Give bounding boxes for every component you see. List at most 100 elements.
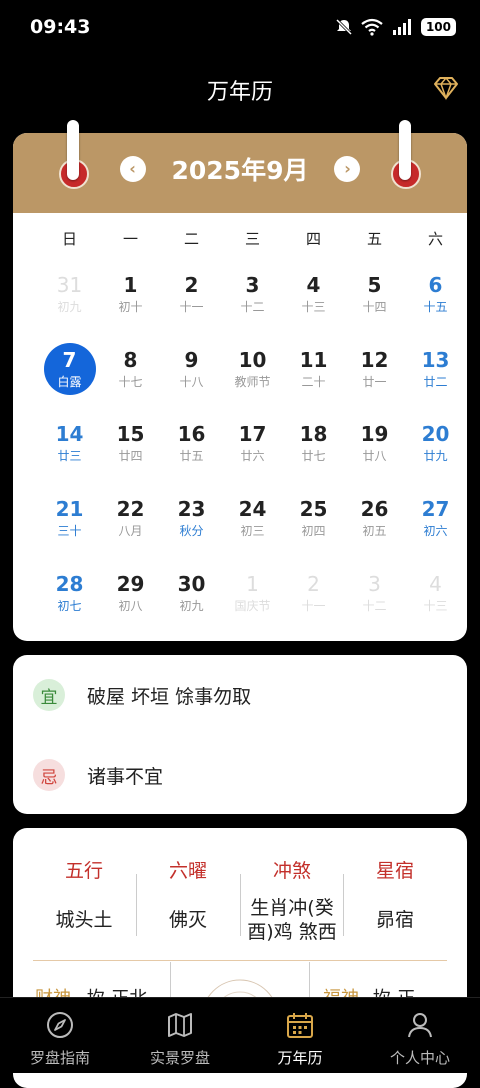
day-cell[interactable]: 11 二十	[283, 332, 344, 407]
day-number: 13	[421, 347, 450, 372]
day-cell[interactable]: 28 初七	[39, 555, 100, 630]
weekday-header: 日 一 二 三 四 五 六	[39, 228, 467, 249]
tab-live-compass[interactable]: 实景罗盘	[120, 998, 240, 1073]
lunar-label: 十三	[423, 598, 448, 613]
lunar-label: 廿八	[362, 449, 387, 464]
day-cell[interactable]: 24 初三	[222, 481, 283, 556]
day-cell[interactable]: 3 十二	[344, 555, 405, 630]
day-cell[interactable]: 29 初八	[100, 555, 161, 630]
day-cell[interactable]: 10 教师节	[222, 332, 283, 407]
ji-row: 忌 诸事不宜	[33, 759, 163, 791]
day-cell[interactable]: 1 初十	[100, 257, 161, 332]
lunar-label: 十八	[179, 374, 204, 389]
divider	[136, 874, 137, 936]
weekday-label: 五	[366, 230, 382, 248]
yi-ji-card[interactable]: 宜 破屋 坏垣 馀事勿取 忌 诸事不宜	[13, 655, 467, 814]
status-bar: 09:43 100	[0, 0, 480, 56]
info-value-chongsha: 生肖冲(癸酉)鸡 煞西	[247, 897, 337, 943]
signal-icon	[392, 19, 411, 35]
info-header-chongsha: 冲煞	[272, 860, 311, 882]
status-time: 09:43	[30, 16, 91, 38]
calendar-icon	[287, 1013, 313, 1038]
day-cell[interactable]: 25 初四	[283, 481, 344, 556]
info-value-wuxing: 城头土	[55, 909, 113, 931]
day-cell-selected[interactable]: 7 白露	[39, 332, 100, 407]
lunar-label: 十一	[179, 300, 204, 315]
day-cell[interactable]: 26 初五	[344, 481, 405, 556]
battery-indicator: 100	[420, 18, 456, 36]
lunar-label: 十一	[301, 598, 326, 613]
info-value-xingxiu: 昴宿	[375, 909, 414, 931]
map-icon	[168, 1013, 192, 1037]
day-number: 23	[177, 497, 206, 522]
day-cell[interactable]: 14 廿三	[39, 406, 100, 481]
lunar-label: 国庆节	[234, 598, 271, 613]
binder-bar-right	[399, 120, 411, 180]
day-cell[interactable]: 8 十七	[100, 332, 161, 407]
day-number: 31	[56, 273, 83, 298]
day-number: 30	[177, 571, 206, 596]
day-number: 17	[238, 422, 267, 447]
lunar-label: 秋分	[179, 524, 204, 539]
day-cell[interactable]: 20 廿九	[405, 406, 466, 481]
mute-icon	[335, 18, 352, 36]
day-number: 28	[55, 571, 84, 596]
day-number: 1	[246, 571, 259, 596]
day-cell[interactable]: 30 初九	[161, 555, 222, 630]
binder-bar-left	[67, 120, 79, 180]
ji-text: 诸事不宜	[87, 765, 164, 788]
tab-label: 罗盘指南	[29, 1049, 90, 1067]
day-cell[interactable]: 9 十八	[161, 332, 222, 407]
weekday-label: 四	[305, 230, 321, 248]
day-cell[interactable]: 15 廿四	[100, 406, 161, 481]
day-cell[interactable]: 2 十一	[161, 257, 222, 332]
day-number: 2	[184, 273, 199, 298]
day-cell[interactable]: 13 廿二	[405, 332, 466, 407]
wifi-icon	[361, 18, 383, 36]
weekday-label: 日	[61, 230, 77, 248]
day-cell[interactable]: 2 十一	[283, 555, 344, 630]
day-cell[interactable]: 16 廿五	[161, 406, 222, 481]
lunar-label: 十四	[362, 300, 387, 315]
day-cell[interactable]: 21 三十	[39, 481, 100, 556]
info-header-xingxiu: 星宿	[375, 860, 414, 882]
tab-profile[interactable]: 个人中心	[360, 998, 480, 1073]
day-number: 26	[360, 497, 389, 522]
day-cell[interactable]: 22 八月	[100, 481, 161, 556]
day-number: 22	[116, 497, 145, 522]
day-cell[interactable]: 12 廿一	[344, 332, 405, 407]
day-cell[interactable]: 3 十二	[222, 257, 283, 332]
lunar-label: 初七	[57, 598, 82, 613]
tab-calendar[interactable]: 万年历	[240, 998, 360, 1073]
lunar-label: 十七	[118, 374, 143, 389]
yi-text: 破屋 坏垣 馀事勿取	[87, 685, 252, 708]
day-cell[interactable]: 1 国庆节	[222, 555, 283, 630]
status-icons: 100	[335, 18, 456, 36]
prev-month-button[interactable]: ‹	[119, 156, 146, 182]
day-cell[interactable]: 6 十五	[405, 257, 466, 332]
day-cell[interactable]: 17 廿六	[222, 406, 283, 481]
next-month-button[interactable]: ›	[334, 156, 361, 182]
day-cell[interactable]: 31 初九	[39, 257, 100, 332]
diamond-vip-icon[interactable]	[432, 74, 460, 102]
lunar-label: 初九	[57, 300, 82, 315]
day-number: 6	[428, 273, 443, 298]
day-cell[interactable]: 4 十三	[283, 257, 344, 332]
lunar-label: 初三	[240, 524, 265, 539]
day-cell[interactable]: 19 廿八	[344, 406, 405, 481]
day-cell[interactable]: 27 初六	[405, 481, 466, 556]
bottom-tab-bar: 罗盘指南 实景罗盘 万年历 个人中心	[0, 997, 480, 1073]
compass-icon	[47, 1012, 73, 1038]
day-cell[interactable]: 23 秋分	[161, 481, 222, 556]
day-cell[interactable]: 4 十三	[405, 555, 466, 630]
lunar-label: 十三	[301, 300, 326, 315]
separator	[33, 960, 447, 961]
day-number: 2	[307, 571, 320, 596]
weekday-label: 六	[427, 230, 443, 248]
day-number: 12	[360, 347, 389, 372]
day-number: 7	[62, 347, 77, 372]
tab-compass-guide[interactable]: 罗盘指南	[0, 998, 120, 1073]
day-cell[interactable]: 18 廿七	[283, 406, 344, 481]
day-number: 10	[238, 347, 267, 372]
day-cell[interactable]: 5 十四	[344, 257, 405, 332]
